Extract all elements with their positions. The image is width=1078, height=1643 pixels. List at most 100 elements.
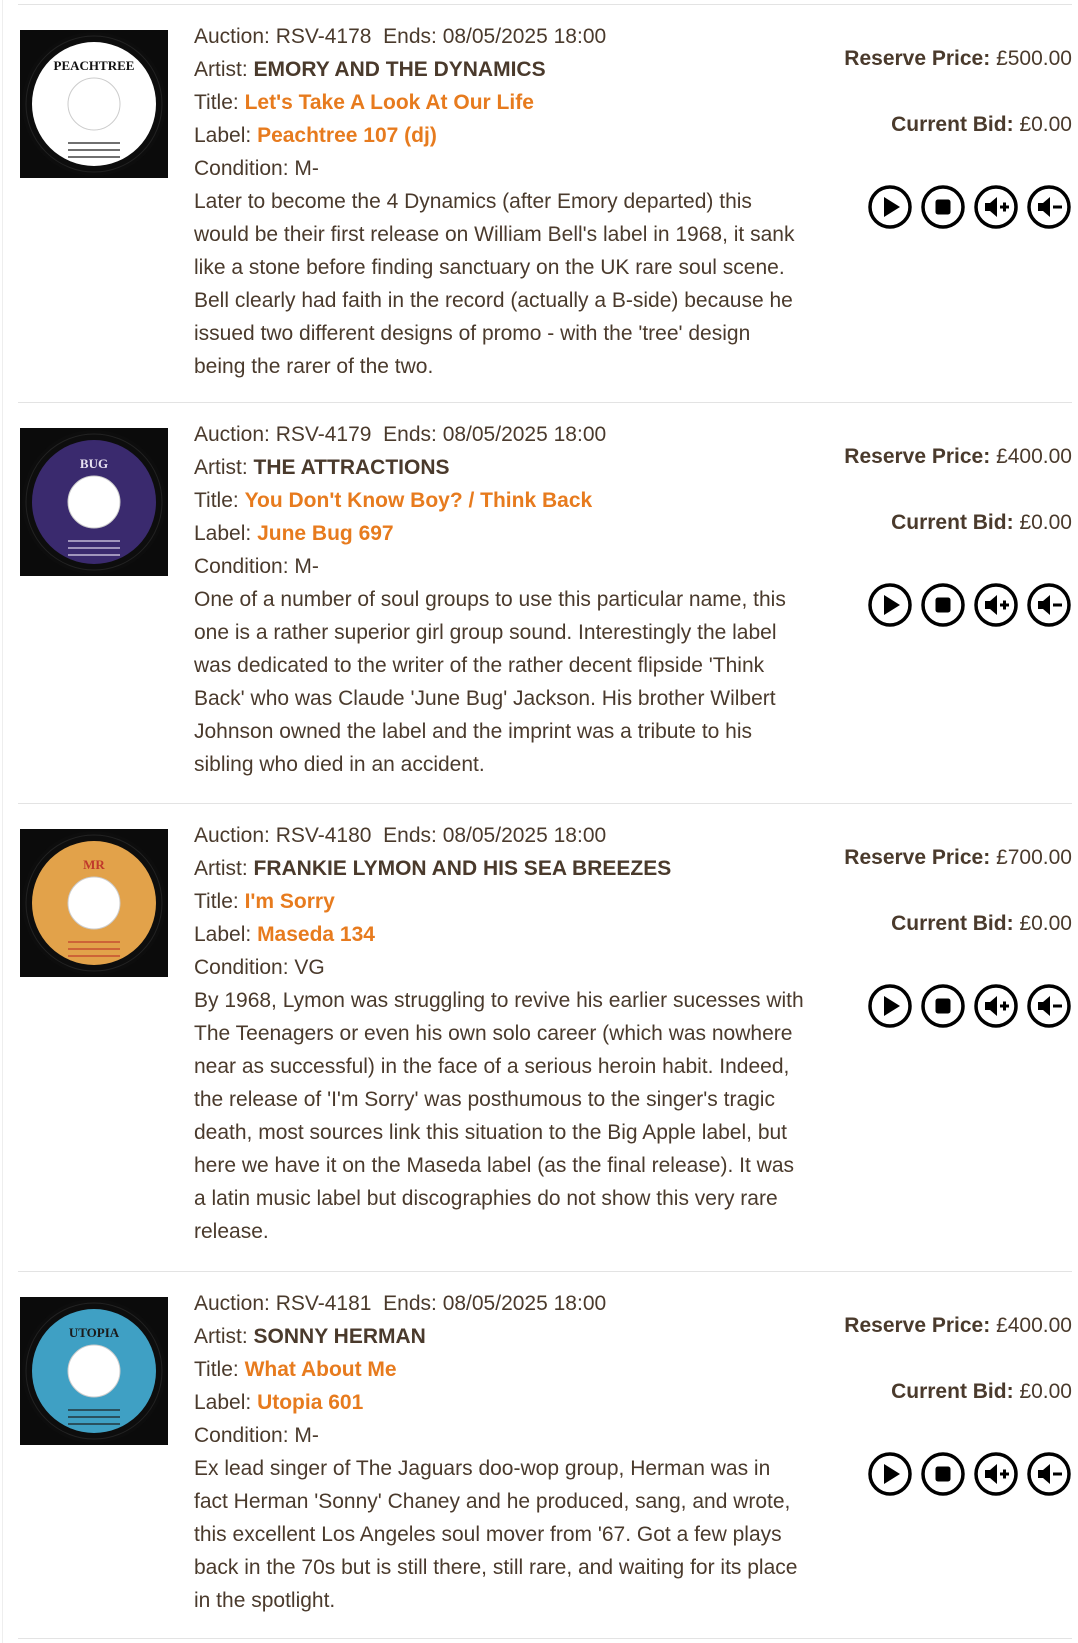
- bid-value: £0.00: [1019, 912, 1072, 935]
- volume-up-button[interactable]: [973, 983, 1019, 1029]
- volume-up-button[interactable]: [973, 184, 1019, 230]
- price-panel: Reserve Price: £400.00 Current Bid: £0.0…: [812, 442, 1072, 627]
- auction-meta: Auction: RSV-4178 Ends: 08/05/2025 18:00: [194, 20, 806, 53]
- play-button[interactable]: [867, 582, 913, 628]
- play-icon: [868, 984, 912, 1028]
- artist-label: Artist:: [194, 456, 248, 479]
- stop-icon: [921, 984, 965, 1028]
- bid-label: Current Bid:: [891, 1380, 1014, 1403]
- record-image[interactable]: BUG: [20, 428, 168, 576]
- auction-label: Auction:: [194, 1292, 270, 1315]
- auction-details: Auction: RSV-4179 Ends: 08/05/2025 18:00…: [194, 418, 806, 781]
- stop-button[interactable]: [920, 582, 966, 628]
- auction-id: RSV-4181: [275, 1292, 372, 1315]
- label-link[interactable]: June Bug 697: [257, 522, 394, 545]
- divider: [18, 4, 1072, 5]
- auction-meta: Auction: RSV-4180 Ends: 08/05/2025 18:00: [194, 819, 806, 852]
- volume-down-button[interactable]: [1026, 582, 1072, 628]
- ends-label: Ends:: [383, 1292, 437, 1315]
- svg-text:UTOPIA: UTOPIA: [69, 1325, 120, 1340]
- condition-value: M-: [294, 157, 319, 180]
- stop-icon: [921, 583, 965, 627]
- play-button[interactable]: [867, 1451, 913, 1497]
- auction-label: Auction:: [194, 423, 270, 446]
- stop-button[interactable]: [920, 184, 966, 230]
- label-link[interactable]: Utopia 601: [257, 1391, 363, 1414]
- label-line: Label: Utopia 601: [194, 1386, 806, 1419]
- volume-down-icon: [1027, 583, 1071, 627]
- condition-label: Condition:: [194, 956, 289, 979]
- bid-value: £0.00: [1019, 113, 1072, 136]
- reserve-price: Reserve Price: £400.00: [812, 1311, 1072, 1377]
- reserve-label: Reserve Price:: [844, 47, 991, 70]
- label-link[interactable]: Peachtree 107 (dj): [257, 124, 437, 147]
- description: Ex lead singer of The Jaguars doo-wop gr…: [194, 1457, 798, 1612]
- price-panel: Reserve Price: £400.00 Current Bid: £0.0…: [812, 1311, 1072, 1496]
- play-button[interactable]: [867, 184, 913, 230]
- reserve-label: Reserve Price:: [844, 846, 991, 869]
- label-link[interactable]: Maseda 134: [257, 923, 375, 946]
- artist-name: THE ATTRACTIONS: [253, 456, 450, 479]
- artist-label: Artist:: [194, 58, 248, 81]
- divider: [18, 1638, 1072, 1639]
- label-line: Label: Peachtree 107 (dj): [194, 119, 806, 152]
- condition-label: Condition:: [194, 555, 289, 578]
- reserve-label: Reserve Price:: [844, 1314, 991, 1337]
- bid-value: £0.00: [1019, 511, 1072, 534]
- volume-up-button[interactable]: [973, 582, 1019, 628]
- stop-button[interactable]: [920, 983, 966, 1029]
- description: By 1968, Lymon was struggling to revive …: [194, 989, 804, 1243]
- ends-date: 08/05/2025 18:00: [442, 423, 607, 446]
- condition-label: Condition:: [194, 1424, 289, 1447]
- audio-player-controls: [860, 184, 1072, 230]
- ends-label: Ends:: [383, 824, 437, 847]
- price-panel: Reserve Price: £500.00 Current Bid: £0.0…: [812, 44, 1072, 229]
- bid-label: Current Bid:: [891, 912, 1014, 935]
- title-link[interactable]: I'm Sorry: [245, 890, 335, 913]
- artist-line: Artist: EMORY AND THE DYNAMICS: [194, 53, 806, 86]
- title-line: Title: You Don't Know Boy? / Think Back: [194, 484, 806, 517]
- label-label: Label:: [194, 923, 252, 946]
- artist-line: Artist: SONNY HERMAN: [194, 1320, 806, 1353]
- stop-icon: [921, 185, 965, 229]
- condition-line: Condition: M-: [194, 152, 806, 185]
- title-link[interactable]: You Don't Know Boy? / Think Back: [245, 489, 593, 512]
- current-bid: Current Bid: £0.00: [812, 110, 1072, 176]
- condition-label: Condition:: [194, 157, 289, 180]
- title-line: Title: Let's Take A Look At Our Life: [194, 86, 806, 119]
- play-button[interactable]: [867, 983, 913, 1029]
- auction-label: Auction:: [194, 25, 270, 48]
- title-link[interactable]: Let's Take A Look At Our Life: [245, 91, 534, 114]
- ends-date: 08/05/2025 18:00: [442, 25, 607, 48]
- volume-down-button[interactable]: [1026, 983, 1072, 1029]
- volume-down-icon: [1027, 1452, 1071, 1496]
- volume-up-icon: [974, 1452, 1018, 1496]
- volume-down-icon: [1027, 185, 1071, 229]
- volume-down-button[interactable]: [1026, 184, 1072, 230]
- auction-meta: Auction: RSV-4181 Ends: 08/05/2025 18:00: [194, 1287, 806, 1320]
- ends-label: Ends:: [383, 423, 437, 446]
- title-label: Title:: [194, 1358, 239, 1381]
- title-label: Title:: [194, 890, 239, 913]
- record-image[interactable]: UTOPIA: [20, 1297, 168, 1445]
- volume-up-button[interactable]: [973, 1451, 1019, 1497]
- bid-value: £0.00: [1019, 1380, 1072, 1403]
- current-bid: Current Bid: £0.00: [812, 909, 1072, 975]
- auction-id: RSV-4178: [275, 25, 372, 48]
- bid-label: Current Bid:: [891, 113, 1014, 136]
- condition-value: M-: [294, 1424, 319, 1447]
- condition-value: M-: [294, 555, 319, 578]
- stop-icon: [921, 1452, 965, 1496]
- play-icon: [868, 1452, 912, 1496]
- record-image[interactable]: MR: [20, 829, 168, 977]
- stop-button[interactable]: [920, 1451, 966, 1497]
- condition-value: VG: [294, 956, 325, 979]
- record-image[interactable]: PEACHTREE: [20, 30, 168, 178]
- volume-down-button[interactable]: [1026, 1451, 1072, 1497]
- ends-date: 08/05/2025 18:00: [442, 824, 607, 847]
- title-label: Title:: [194, 91, 239, 114]
- artist-name: EMORY AND THE DYNAMICS: [253, 58, 546, 81]
- label-line: Label: Maseda 134: [194, 918, 806, 951]
- title-link[interactable]: What About Me: [245, 1358, 397, 1381]
- artist-name: FRANKIE LYMON AND HIS SEA BREEZES: [253, 857, 672, 880]
